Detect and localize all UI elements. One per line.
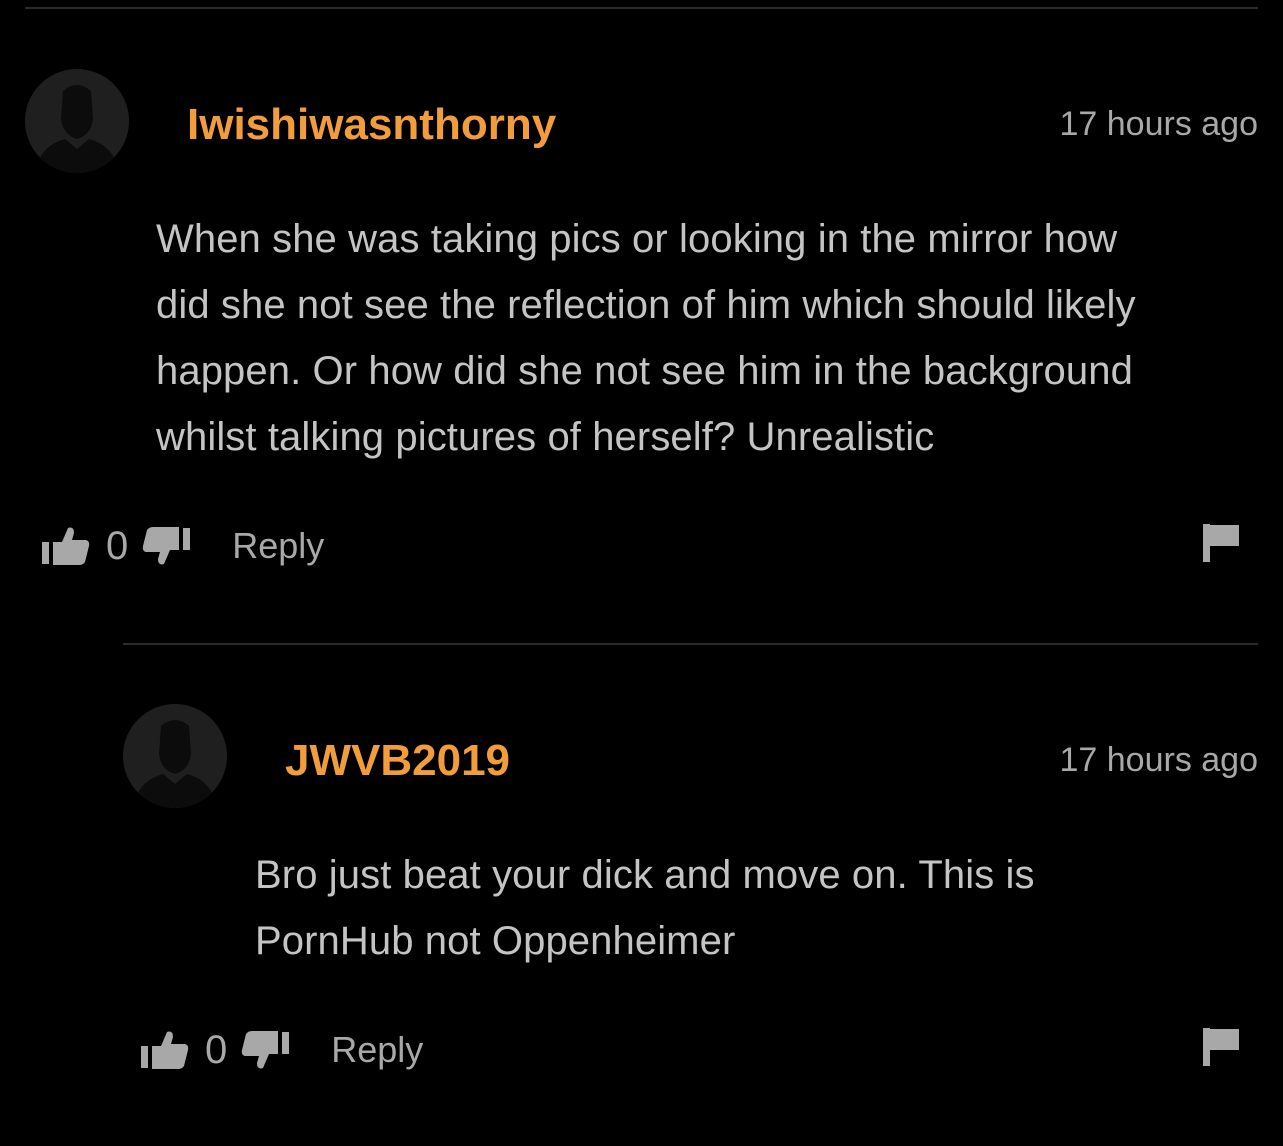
reply-divider bbox=[123, 643, 1258, 645]
username[interactable]: JWVB2019 bbox=[285, 736, 510, 786]
reply-button[interactable]: Reply bbox=[232, 525, 324, 567]
comment-line: When she was taking pics or looking in t… bbox=[156, 217, 1118, 261]
upvote-button[interactable] bbox=[40, 524, 92, 568]
thumbs-down-icon bbox=[242, 1031, 290, 1069]
thumbs-up-icon bbox=[141, 1031, 189, 1069]
flag-icon bbox=[1203, 1028, 1239, 1066]
reply-button[interactable]: Reply bbox=[331, 1029, 423, 1071]
downvote-button[interactable] bbox=[140, 524, 192, 568]
downvote-button[interactable] bbox=[239, 1028, 291, 1072]
flag-icon bbox=[1203, 524, 1239, 562]
username[interactable]: Iwishiwasnthorny bbox=[187, 100, 556, 150]
flag-button[interactable] bbox=[1201, 522, 1241, 569]
comment-line: Bro just beat your dick and move on. Thi… bbox=[255, 853, 1035, 897]
upvote-button[interactable] bbox=[139, 1028, 191, 1072]
comment-line: PornHub not Oppenheimer bbox=[255, 919, 736, 963]
thumbs-up-icon bbox=[42, 527, 90, 565]
user-silhouette-icon bbox=[123, 704, 227, 808]
vote-count: 0 bbox=[205, 1027, 228, 1072]
vote-count: 0 bbox=[106, 523, 129, 568]
comment-line: whilst talking pictures of herself? Unre… bbox=[156, 415, 935, 459]
flag-button[interactable] bbox=[1201, 1026, 1241, 1073]
comment-actions: 0 Reply bbox=[139, 1026, 423, 1074]
top-divider bbox=[25, 7, 1258, 9]
comment-line: did she not see the reflection of him wh… bbox=[156, 283, 1136, 327]
comment-body: Bro just beat your dick and move on. Thi… bbox=[255, 842, 1035, 974]
avatar[interactable] bbox=[123, 704, 227, 808]
comment-line: happen. Or how did she not see him in th… bbox=[156, 349, 1133, 393]
comment-body: When she was taking pics or looking in t… bbox=[156, 206, 1136, 470]
timestamp: 17 hours ago bbox=[1059, 741, 1259, 779]
thumbs-down-icon bbox=[143, 527, 191, 565]
comment-actions: 0 Reply bbox=[40, 522, 324, 570]
user-silhouette-icon bbox=[25, 69, 129, 173]
avatar[interactable] bbox=[25, 69, 129, 173]
timestamp: 17 hours ago bbox=[1059, 105, 1259, 143]
